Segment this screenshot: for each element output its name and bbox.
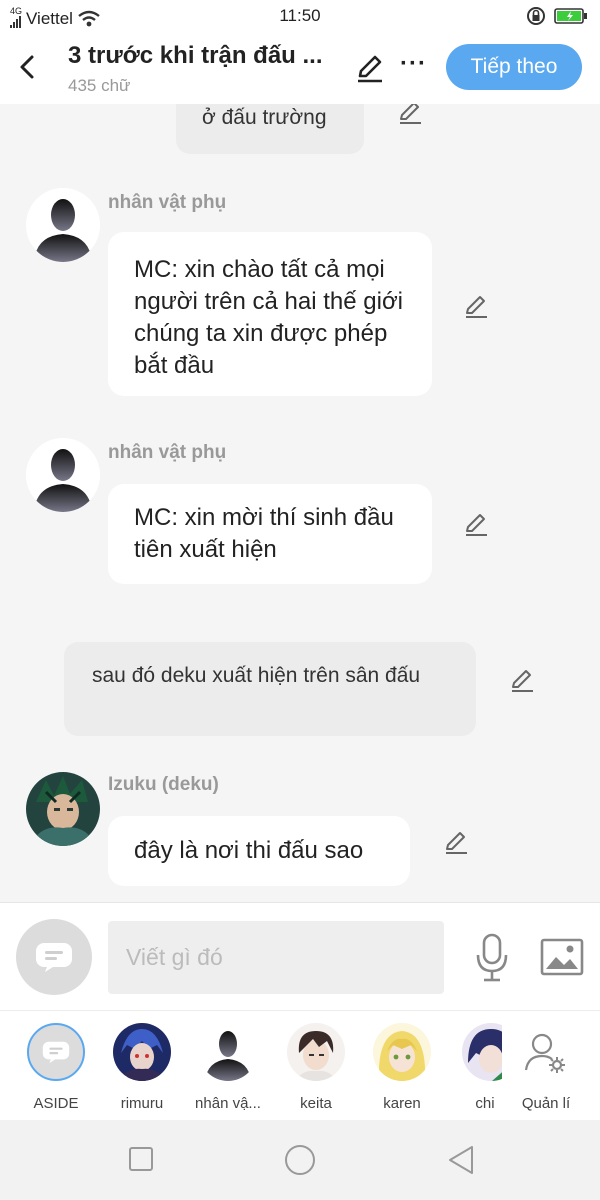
edit-icon[interactable] [462, 510, 490, 538]
character-label: chi [475, 1095, 495, 1112]
aside-bubble[interactable]: ở đấu trường [176, 104, 364, 154]
system-nav-bar [0, 1120, 600, 1200]
message-bubble[interactable]: đây là nơi thi đấu sao [108, 816, 410, 886]
character-chi[interactable]: chi [442, 1023, 502, 1112]
avatar [373, 1023, 431, 1081]
circle-nav-icon[interactable] [284, 1144, 316, 1176]
message-bubble[interactable]: MC: xin mời thí sinh đầu tiên xuất hiện [108, 484, 432, 584]
character-label: ASIDE [33, 1095, 79, 1112]
avatar[interactable] [26, 772, 100, 846]
avatar [199, 1023, 257, 1081]
composer [0, 902, 600, 1010]
character-name: nhân vật phụ [108, 192, 227, 213]
clock: 11:50 [279, 6, 321, 25]
word-count: 435 chữ [68, 76, 131, 95]
character-side[interactable]: nhân vậ... [188, 1023, 268, 1112]
back-icon[interactable] [14, 52, 42, 82]
character-bar: ASIDE rimuru nhân vậ... keita karen chi [0, 1010, 600, 1120]
manage-characters-button[interactable]: Quản lí [506, 1023, 586, 1112]
character-label: rimuru [120, 1095, 164, 1112]
more-icon[interactable]: ··· [400, 50, 427, 78]
avatar[interactable] [26, 188, 100, 262]
chat-area[interactable]: ở đấu trường nhân vật phụ MC: xin chào t… [0, 104, 600, 902]
aside-icon [42, 1041, 70, 1063]
next-button[interactable]: Tiếp theo [446, 44, 582, 90]
character-name: Izuku (deku) [108, 774, 219, 795]
mic-icon[interactable] [472, 933, 512, 983]
manage-icon [524, 1033, 565, 1073]
status-bar: 4G Viettel 11:50 [0, 0, 600, 34]
message-input[interactable] [108, 921, 444, 994]
aside-toggle-button[interactable] [16, 919, 92, 995]
avatar [462, 1023, 502, 1081]
character-label: keita [300, 1095, 332, 1112]
aside-icon [36, 943, 72, 972]
character-karen[interactable]: karen [362, 1023, 442, 1112]
edit-icon[interactable] [396, 104, 424, 126]
battery-icon [554, 8, 587, 24]
pencil-icon[interactable] [354, 52, 386, 84]
edit-icon[interactable] [442, 828, 470, 856]
chapter-title[interactable]: 3 trước khi trận đấu ... [68, 42, 338, 70]
character-keita[interactable]: keita [276, 1023, 356, 1112]
image-icon[interactable] [540, 937, 584, 977]
square-nav-icon[interactable] [128, 1146, 154, 1172]
edit-icon[interactable] [462, 292, 490, 320]
character-label: Quản lí [521, 1095, 571, 1112]
message-bubble[interactable]: MC: xin chào tất cả mọi người trên cả ha… [108, 232, 432, 396]
character-label: nhân vậ... [195, 1095, 261, 1112]
character-label: karen [383, 1095, 421, 1112]
rotation-lock-icon [527, 7, 545, 25]
character-rimuru[interactable]: rimuru [102, 1023, 182, 1112]
avatar[interactable] [26, 438, 100, 512]
character-name: nhân vật phụ [108, 442, 227, 463]
avatar [113, 1023, 171, 1081]
edit-icon[interactable] [508, 666, 536, 694]
triangle-nav-icon[interactable] [446, 1144, 476, 1176]
character-aside[interactable]: ASIDE [16, 1023, 96, 1112]
top-header: 3 trước khi trận đấu ... 435 chữ ··· Tiế… [0, 34, 600, 104]
aside-bubble[interactable]: sau đó deku xuất hiện trên sân đấu [64, 642, 476, 736]
avatar [287, 1023, 345, 1081]
